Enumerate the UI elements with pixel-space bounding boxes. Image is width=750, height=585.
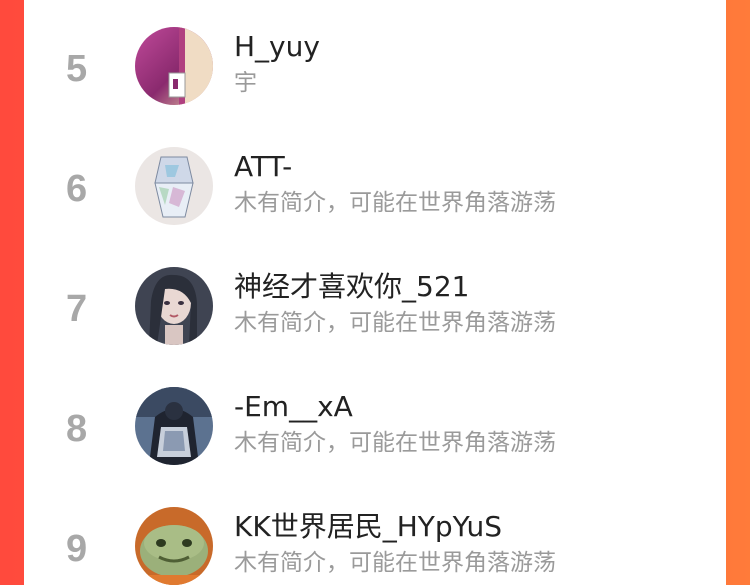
ranking-row[interactable]: 5 H_yuy 宇 [24,0,726,120]
rank-number: 7 [66,288,88,330]
rank-number: 8 [66,408,88,450]
user-name[interactable]: KK世界居民_HYpYuS [234,510,502,544]
avatar[interactable] [135,387,213,465]
user-name[interactable]: 神经才喜欢你_521 [234,270,469,304]
avatar[interactable] [135,507,213,585]
ranking-row[interactable]: 6 ATT- 木有简介，可能在世界角落游荡 [24,120,726,240]
user-bio: 宇 [234,70,257,96]
user-name[interactable]: H_yuy [234,30,320,64]
illustrated-avatar-crystal-icon [135,147,213,225]
user-name[interactable]: -Em__xA [234,390,353,424]
avatar[interactable] [135,27,213,105]
user-bio: 木有简介，可能在世界角落游荡 [234,550,556,576]
rank-number: 6 [66,168,88,210]
user-bio: 木有简介，可能在世界角落游荡 [234,310,556,336]
user-name[interactable]: ATT- [234,150,292,184]
rank-number: 9 [66,528,88,570]
photo-avatar-green-frog-icon [135,507,213,585]
user-bio: 木有简介，可能在世界角落游荡 [234,190,556,216]
ranking-row[interactable]: 7 神经才喜欢你_521 木有简介，可能在世界角落游荡 [24,240,726,360]
ranking-row[interactable]: 8 -Em__xA 木有简介，可能在世界角落游荡 [24,360,726,480]
avatar[interactable] [135,267,213,345]
ranking-panel: 5 H_yuy 宇 6 ATT- 木有简介，可能在世界角落游荡 7 神经才喜欢你… [24,0,726,585]
rank-number: 5 [66,48,88,90]
illustrated-avatar-dark-figure-icon [135,387,213,465]
photo-avatar-purple-room-icon [135,27,213,105]
avatar[interactable] [135,147,213,225]
user-bio: 木有简介，可能在世界角落游荡 [234,430,556,456]
illustrated-avatar-girl-icon [135,267,213,345]
ranking-row[interactable]: 9 KK世界居民_HYpYuS 木有简介，可能在世界角落游荡 [24,480,726,585]
